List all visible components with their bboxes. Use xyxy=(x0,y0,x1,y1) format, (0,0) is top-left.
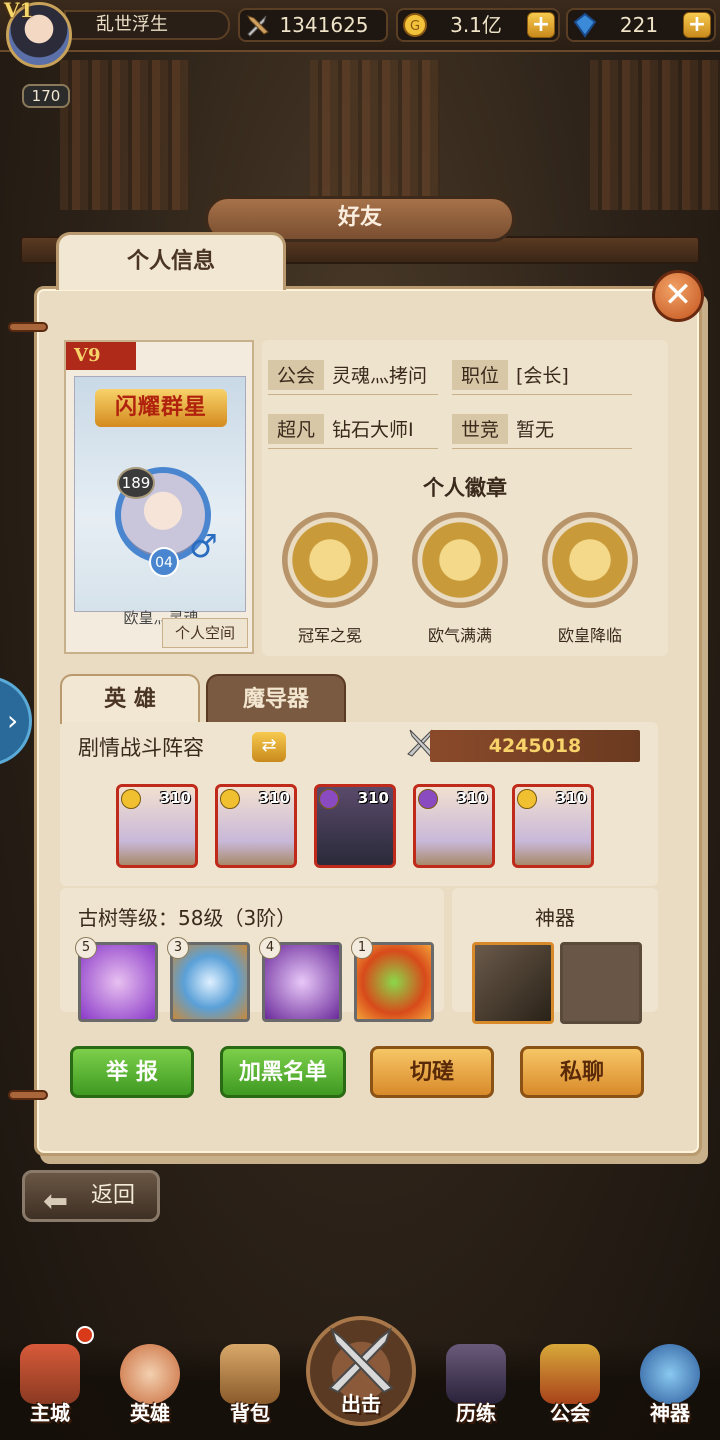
badge-section-title: 个人徽章 xyxy=(423,476,507,500)
svg-text:G: G xyxy=(410,19,420,34)
nav-guild[interactable]: 公会 xyxy=(522,1340,618,1440)
angel-badge-icon xyxy=(412,512,508,608)
position-label: 职位 xyxy=(452,360,508,390)
binder-ring xyxy=(8,322,48,332)
tree-skill[interactable]: 4 xyxy=(259,937,342,1022)
hero-slot[interactable]: 310 xyxy=(314,784,396,868)
hero-slot[interactable]: 310 xyxy=(116,784,198,868)
moon-element-icon xyxy=(418,789,438,809)
sun-element-icon xyxy=(517,789,537,809)
chevron-right-icon: › xyxy=(7,704,19,737)
hero-slot[interactable]: 310 xyxy=(413,784,495,868)
sword-icon xyxy=(247,15,269,37)
nav-training[interactable]: 历练 xyxy=(428,1340,524,1440)
crossed-swords-icon xyxy=(328,1327,394,1394)
friend-star: 04 xyxy=(149,547,179,577)
tab-personal-info[interactable]: 个人信息 xyxy=(56,232,286,290)
side-expand-button[interactable]: › xyxy=(0,676,32,766)
tab-heroes[interactable]: 英 雄 xyxy=(60,674,200,724)
nav-bag[interactable]: 背包 xyxy=(202,1340,298,1440)
binder-ring xyxy=(8,1090,48,1100)
player-name: 乱世浮生 xyxy=(64,10,230,40)
position-value: [会长] xyxy=(516,365,569,387)
hero-slot[interactable]: 310 xyxy=(215,784,297,868)
bookshelf xyxy=(590,60,720,210)
empty-artifact-slot[interactable] xyxy=(560,942,642,1024)
vip-level: V1 xyxy=(4,0,34,22)
artifact-panel: 神器 xyxy=(452,888,658,1024)
gold-coin-icon: G xyxy=(403,13,427,37)
castle-icon xyxy=(20,1344,80,1404)
ancient-tree-panel: 古树等级：58级（3阶） 5 3 4 1 xyxy=(60,888,444,1022)
moon-element-icon xyxy=(319,789,339,809)
nav-artifact[interactable]: 神器 xyxy=(622,1340,718,1440)
artifact-icon xyxy=(640,1344,700,1404)
player-card: 闪耀群星 189 04 ♂ 欧皇灬灵魂 V9 个人空间 xyxy=(64,340,254,654)
chat-button[interactable]: 私聊 xyxy=(520,1046,644,1098)
add-gold-button[interactable]: + xyxy=(527,12,555,38)
artifact-title: 神器 xyxy=(535,906,575,930)
combat-power: 1341625 xyxy=(238,8,388,42)
swap-icon: ⇄ xyxy=(261,735,277,756)
hero-slot[interactable]: 310 xyxy=(512,784,594,868)
guild-value: 灵魂灬拷问 xyxy=(332,365,428,387)
friend-vip: V9 xyxy=(66,342,136,370)
tree-skill[interactable]: 5 xyxy=(75,937,158,1022)
arena-value: 暂无 xyxy=(516,419,555,441)
nav-heroes[interactable]: 英雄 xyxy=(102,1340,198,1440)
tower-icon xyxy=(446,1344,506,1404)
lineup-power: 4245018 xyxy=(430,730,640,762)
rank-value: 钻石大师Ⅰ xyxy=(332,419,414,441)
add-gem-button[interactable]: + xyxy=(683,12,711,38)
arena-label: 世竞 xyxy=(452,414,508,444)
info-panel: 公会 灵魂灬拷问 职位 [会长] 超凡 钻石大师Ⅰ 世竞 暂无 个人徽章 冠军之… xyxy=(262,340,668,656)
crown-badge-icon xyxy=(282,512,378,608)
report-button[interactable]: 举 报 xyxy=(70,1046,194,1098)
friend-level: 189 xyxy=(117,467,155,499)
hero-face-icon xyxy=(120,1344,180,1404)
angel-badge-icon xyxy=(542,512,638,608)
player-title: 闪耀群星 xyxy=(95,389,227,427)
male-icon: ♂ xyxy=(189,527,218,565)
card-image: 闪耀群星 189 04 ♂ 欧皇灬灵魂 xyxy=(74,376,246,627)
nav-main-city[interactable]: 主城 xyxy=(2,1340,98,1440)
personal-space-button[interactable]: 个人空间 xyxy=(162,618,248,648)
bookshelf xyxy=(60,60,190,210)
gem-icon xyxy=(573,12,597,38)
bookshelf xyxy=(310,60,440,210)
guild-label: 公会 xyxy=(268,360,324,390)
back-arrow-icon: ⬅ xyxy=(43,1184,69,1219)
nav-attack[interactable]: 出击 xyxy=(306,1316,416,1426)
duel-button[interactable]: 切磋 xyxy=(370,1046,494,1098)
player-avatar[interactable]: V1 170 xyxy=(2,0,76,108)
tree-skill[interactable]: 3 xyxy=(167,937,250,1022)
close-icon: ✕ xyxy=(663,275,693,315)
notification-dot xyxy=(76,1326,94,1344)
tab-mage[interactable]: 魔导器 xyxy=(206,674,346,724)
player-level: 170 xyxy=(22,84,70,108)
lineup-panel: 剧情战斗阵容 ⇄ 4245018 310 310 310 310 310 xyxy=(60,722,658,886)
back-button[interactable]: ⬅ 返回 xyxy=(22,1170,160,1222)
gold-counter: G 3.1亿 + xyxy=(396,8,560,42)
sun-element-icon xyxy=(121,789,141,809)
shield-icon xyxy=(540,1344,600,1404)
gem-counter: 221 + xyxy=(566,8,716,42)
hammer-artifact-icon[interactable] xyxy=(472,942,554,1024)
tree-skill[interactable]: 1 xyxy=(351,937,434,1022)
lineup-title: 剧情战斗阵容 xyxy=(78,736,204,760)
swap-button[interactable]: ⇄ xyxy=(252,732,286,762)
close-button[interactable]: ✕ xyxy=(652,270,704,322)
tree-level: 古树等级：58级（3阶） xyxy=(78,906,297,930)
rank-label: 超凡 xyxy=(268,414,324,444)
sun-element-icon xyxy=(220,789,240,809)
blacklist-button[interactable]: 加黑名单 xyxy=(220,1046,346,1098)
top-resource-bar: 乱世浮生 1341625 G 3.1亿 + 221 + xyxy=(0,0,720,52)
bag-icon xyxy=(220,1344,280,1404)
